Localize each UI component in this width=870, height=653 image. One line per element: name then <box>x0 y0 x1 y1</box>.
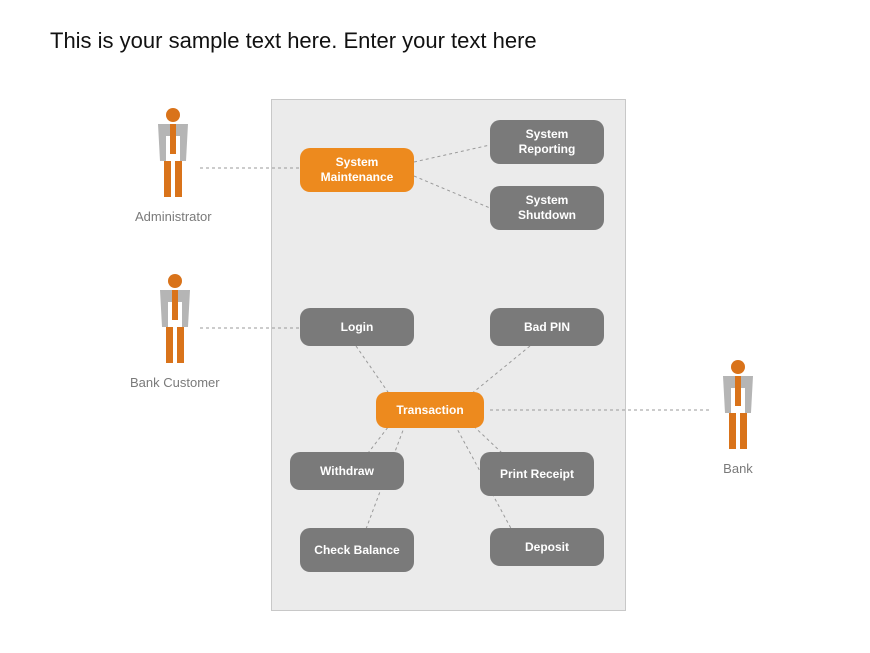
actor-bank: Bank <box>713 358 763 476</box>
actor-bank-customer: Bank Customer <box>130 272 220 390</box>
node-system-maintenance: System Maintenance <box>300 148 414 192</box>
node-system-shutdown: System Shutdown <box>490 186 604 230</box>
person-icon <box>713 358 763 453</box>
node-transaction: Transaction <box>376 392 484 428</box>
person-icon <box>150 272 200 367</box>
actor-label: Bank Customer <box>130 375 220 390</box>
node-login: Login <box>300 308 414 346</box>
node-bad-pin: Bad PIN <box>490 308 604 346</box>
actor-label: Bank <box>723 461 753 476</box>
node-deposit: Deposit <box>490 528 604 566</box>
actor-label: Administrator <box>135 209 212 224</box>
page-title: This is your sample text here. Enter you… <box>50 28 537 54</box>
node-withdraw: Withdraw <box>290 452 404 490</box>
node-print-receipt: Print Receipt <box>480 452 594 496</box>
node-system-reporting: System Reporting <box>490 120 604 164</box>
person-icon <box>148 106 198 201</box>
node-check-balance: Check Balance <box>300 528 414 572</box>
actor-administrator: Administrator <box>135 106 212 224</box>
